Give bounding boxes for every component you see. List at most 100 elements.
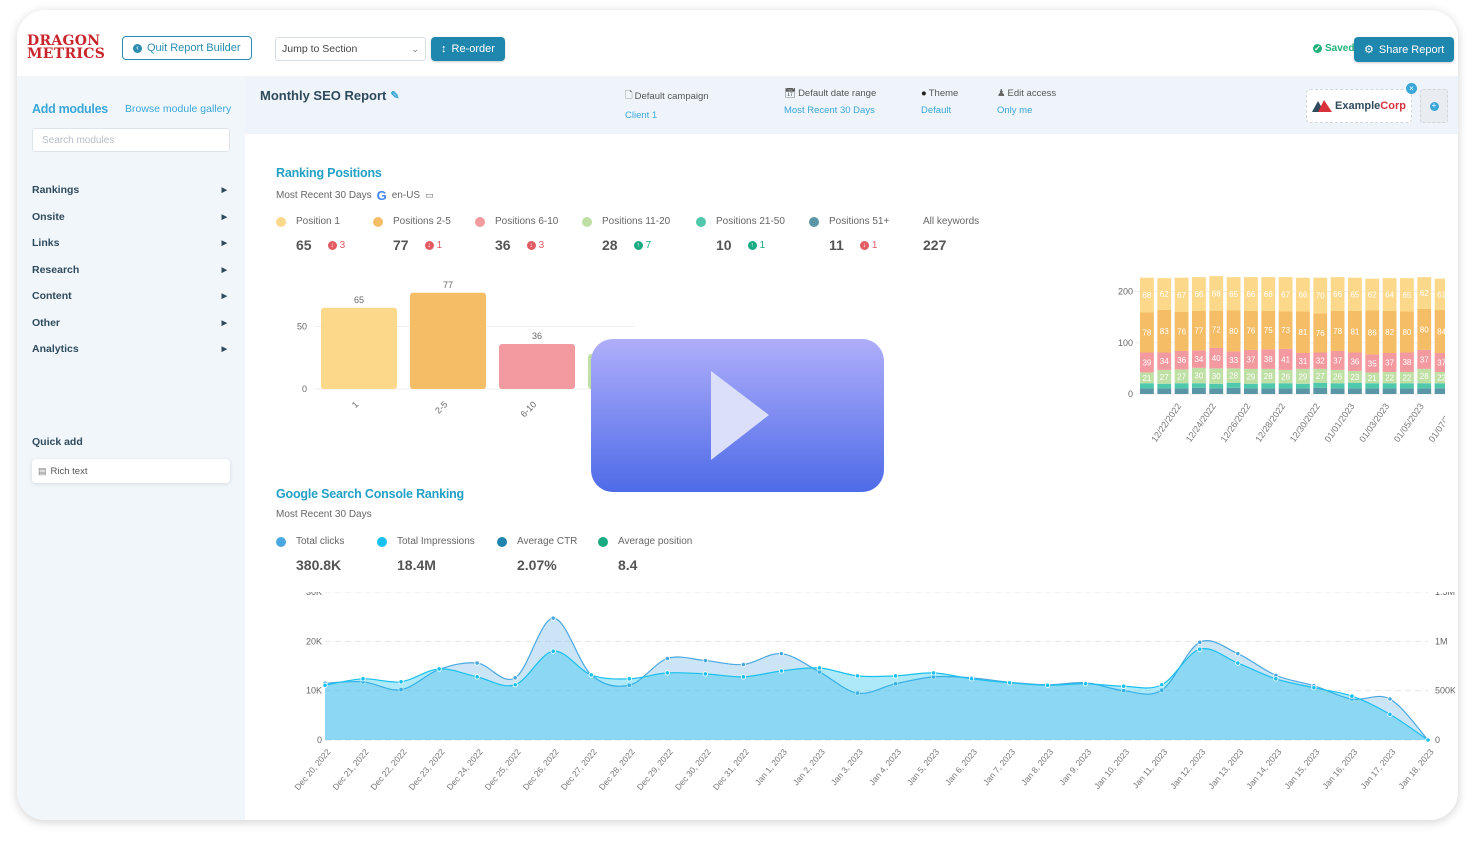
ranking-legend-item[interactable]: Positions 6-10 36 ↓ 3 <box>475 216 558 253</box>
data-point[interactable] <box>1007 680 1013 686</box>
data-point[interactable] <box>778 651 785 657</box>
quit-report-builder-button[interactable]: ‹ Quit Report Builder <box>122 36 252 60</box>
stacked-bar-segment[interactable] <box>1400 388 1414 394</box>
data-point[interactable] <box>1273 676 1279 682</box>
stacked-bar-segment[interactable] <box>1382 383 1397 389</box>
data-point[interactable] <box>1235 651 1241 657</box>
stacked-bar-segment[interactable] <box>1157 383 1172 389</box>
data-point[interactable] <box>1197 639 1203 645</box>
rich-text-quick-add[interactable]: ▤ Rich text <box>32 459 230 483</box>
stacked-bar-segment[interactable] <box>1157 388 1172 394</box>
ranking-legend-item[interactable]: Positions 51+ 11 ↓ 1 <box>809 216 889 253</box>
stacked-bar-segment[interactable] <box>1330 383 1345 389</box>
add-logo-button[interactable]: + <box>1420 89 1448 123</box>
stacked-bar-segment[interactable] <box>1261 388 1276 394</box>
stacked-bar-segment[interactable] <box>1209 388 1224 394</box>
data-point[interactable] <box>1387 696 1393 702</box>
data-point[interactable] <box>854 673 861 679</box>
stacked-bar-segment[interactable] <box>1417 388 1432 394</box>
ranking-legend-item[interactable]: Positions 11-20 28 ↑ 7 <box>582 216 670 253</box>
theme-setting[interactable]: ● Theme Default <box>921 88 958 116</box>
data-point[interactable] <box>778 668 785 674</box>
data-point[interactable] <box>740 674 746 680</box>
add-modules-heading[interactable]: Add modules <box>32 102 108 116</box>
data-point[interactable] <box>512 675 518 681</box>
gsc-legend-item[interactable]: Total Impressions 18.4M <box>377 536 475 573</box>
stacked-bar-segment[interactable] <box>1226 382 1241 388</box>
data-point[interactable] <box>474 660 480 666</box>
stacked-bar-segment[interactable] <box>1140 388 1154 394</box>
stacked-bar-segment[interactable] <box>1417 383 1432 389</box>
jump-to-section-select[interactable]: Jump to Section ⌄ <box>275 37 426 61</box>
data-point[interactable] <box>968 676 975 682</box>
stacked-bar-segment[interactable] <box>1278 388 1293 394</box>
stacked-bar-segment[interactable] <box>1348 388 1362 394</box>
sidebar-item-rankings[interactable]: Rankings ▶ <box>32 184 230 196</box>
stacked-bar-segment[interactable] <box>1296 383 1310 389</box>
stacked-bar-segment[interactable] <box>1365 383 1380 389</box>
stacked-bar-segment[interactable] <box>1296 388 1310 394</box>
stacked-bar-segment[interactable] <box>1140 383 1154 389</box>
data-point[interactable] <box>360 676 366 682</box>
ranking-legend-item[interactable]: Positions 21-50 10 ↑ 1 <box>696 216 785 253</box>
data-point[interactable] <box>436 666 442 672</box>
default-date-range[interactable]: 📅︎ Default date range Most Recent 30 Days <box>784 88 876 116</box>
data-point[interactable] <box>1235 660 1241 666</box>
bar[interactable] <box>410 292 486 389</box>
video-play-button[interactable] <box>591 339 884 492</box>
edit-access-setting[interactable]: ♟ Edit access Only me <box>997 88 1056 116</box>
data-point[interactable] <box>1045 682 1051 688</box>
data-point[interactable] <box>702 657 708 664</box>
stacked-bar-segment[interactable] <box>1313 382 1328 388</box>
ranking-legend-item[interactable]: Position 1 65 ↓ 3 <box>276 216 345 253</box>
data-point[interactable] <box>550 615 556 621</box>
data-point[interactable] <box>1349 693 1355 699</box>
dragon-metrics-logo[interactable]: DRAGON METRICS <box>27 34 105 61</box>
stacked-bar-segment[interactable] <box>1226 387 1241 394</box>
stacked-bar-segment[interactable] <box>1174 388 1189 394</box>
stacked-bar-segment[interactable] <box>1365 388 1380 394</box>
stacked-bar-segment[interactable] <box>1209 383 1224 389</box>
search-modules-input[interactable]: Search modules <box>32 128 230 152</box>
sidebar-item-links[interactable]: Links ▶ <box>32 237 230 249</box>
data-point[interactable] <box>512 682 518 688</box>
pencil-icon[interactable]: ✎ <box>390 89 399 102</box>
campaign-value[interactable]: Client 1 <box>625 110 709 121</box>
data-point[interactable] <box>1159 682 1165 688</box>
stacked-bar-segment[interactable] <box>1192 387 1206 394</box>
stacked-bar-segment[interactable] <box>1174 383 1189 389</box>
data-point[interactable] <box>1197 646 1203 652</box>
data-point[interactable] <box>1121 683 1127 689</box>
stacked-bar-segment[interactable] <box>1400 383 1414 389</box>
stacked-bar-segment[interactable] <box>1348 382 1362 389</box>
stacked-bar-segment[interactable] <box>1434 383 1445 389</box>
sidebar-item-research[interactable]: Research ▶ <box>32 264 230 276</box>
data-point[interactable] <box>398 679 404 685</box>
data-point[interactable] <box>702 671 708 677</box>
sidebar-item-analytics[interactable]: Analytics ▶ <box>32 343 230 355</box>
gsc-legend-item[interactable]: Average CTR 2.07% <box>497 536 577 573</box>
stacked-bar-segment[interactable] <box>1330 388 1345 394</box>
data-point[interactable] <box>664 656 670 662</box>
data-point[interactable] <box>816 665 823 671</box>
remove-logo-icon[interactable]: × <box>1406 83 1417 94</box>
report-title[interactable]: Monthly SEO Report ✎ <box>260 88 400 103</box>
stacked-bar-segment[interactable] <box>1382 388 1397 394</box>
gsc-legend-item[interactable]: Average position 8.4 <box>598 536 692 573</box>
data-point[interactable] <box>1311 685 1317 691</box>
sidebar-item-other[interactable]: Other ▶ <box>32 317 230 329</box>
access-value[interactable]: Only me <box>997 105 1056 116</box>
gsc-legend-item[interactable]: Total clicks 380.8K <box>276 536 344 573</box>
stacked-bar-segment[interactable] <box>1313 387 1328 394</box>
theme-value[interactable]: Default <box>921 105 958 116</box>
sidebar-item-content[interactable]: Content ▶ <box>32 290 230 302</box>
sidebar-item-onsite[interactable]: Onsite ▶ <box>32 211 230 223</box>
client-logo[interactable]: Example Corp <box>1306 89 1412 123</box>
data-point[interactable] <box>664 670 670 676</box>
stacked-bar-segment[interactable] <box>1261 383 1276 389</box>
ranking-legend-item[interactable]: Positions 2-5 77 ↓ 1 <box>373 216 451 253</box>
stacked-bar-segment[interactable] <box>1244 383 1258 389</box>
data-point[interactable] <box>1425 737 1431 743</box>
data-point[interactable] <box>930 670 937 676</box>
data-point[interactable] <box>474 674 480 680</box>
